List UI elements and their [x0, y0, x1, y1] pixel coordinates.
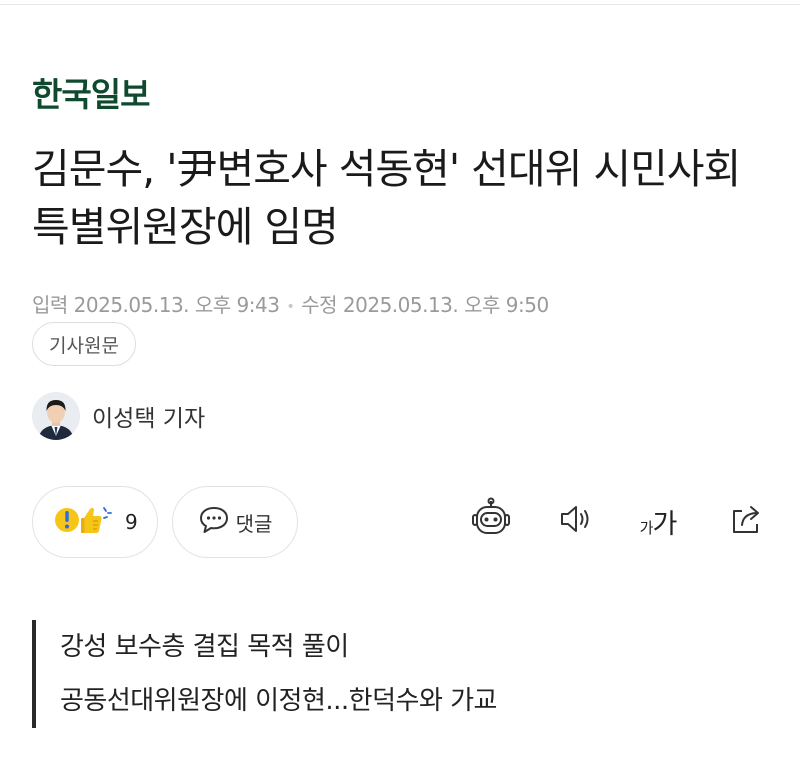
- separator-dot: •: [286, 298, 295, 315]
- summary-line: 강성 보수층 결집 목적 풀이: [60, 632, 349, 662]
- comment-label: 댓글: [235, 511, 273, 536]
- updated-date: 수정 2025.05.13. 오후 9:50: [301, 293, 549, 317]
- published-date: 입력 2025.05.13. 오후 9:43: [32, 293, 280, 317]
- article-headline: 김문수, '尹변호사 석동현' 선대위 시민사회특별위원장에 임명: [32, 145, 741, 251]
- reporter-name[interactable]: 이성택 기자: [92, 399, 205, 433]
- ai-summary-bot-icon: [469, 497, 513, 545]
- top-divider: [0, 4, 800, 5]
- ai-summary-button[interactable]: [466, 496, 516, 546]
- font-size-button[interactable]: 가가: [632, 496, 684, 546]
- font-size-label-large: 가: [652, 508, 677, 540]
- share-icon: [726, 499, 766, 543]
- original-article-button[interactable]: 기사원문: [32, 322, 136, 366]
- share-button[interactable]: [722, 496, 770, 546]
- audio-speaker-icon: [555, 499, 595, 543]
- article-dates: 입력 2025.05.13. 오후 9:43 • 수정 2025.05.13. 오후…: [32, 289, 549, 318]
- summary-line: 공동선대위원장에 이정현...한덕수와 가교: [60, 686, 497, 716]
- publisher-logo[interactable]: 한국일보: [32, 68, 150, 116]
- reporter-info[interactable]: 이성택 기자: [32, 392, 205, 440]
- article-summary: 강성 보수층 결집 목적 풀이 공동선대위원장에 이정현...한덕수와 가교: [32, 620, 497, 728]
- audio-button[interactable]: [550, 496, 600, 546]
- reaction-icon: [53, 500, 117, 544]
- reporter-avatar[interactable]: [32, 392, 80, 440]
- comment-icon: [198, 505, 230, 539]
- comment-button[interactable]: 댓글: [172, 486, 298, 558]
- reaction-count: 9: [125, 510, 138, 534]
- font-size-label-small: 가: [639, 518, 654, 537]
- font-size-icon: 가가: [639, 502, 678, 541]
- reaction-button[interactable]: 9: [32, 486, 158, 558]
